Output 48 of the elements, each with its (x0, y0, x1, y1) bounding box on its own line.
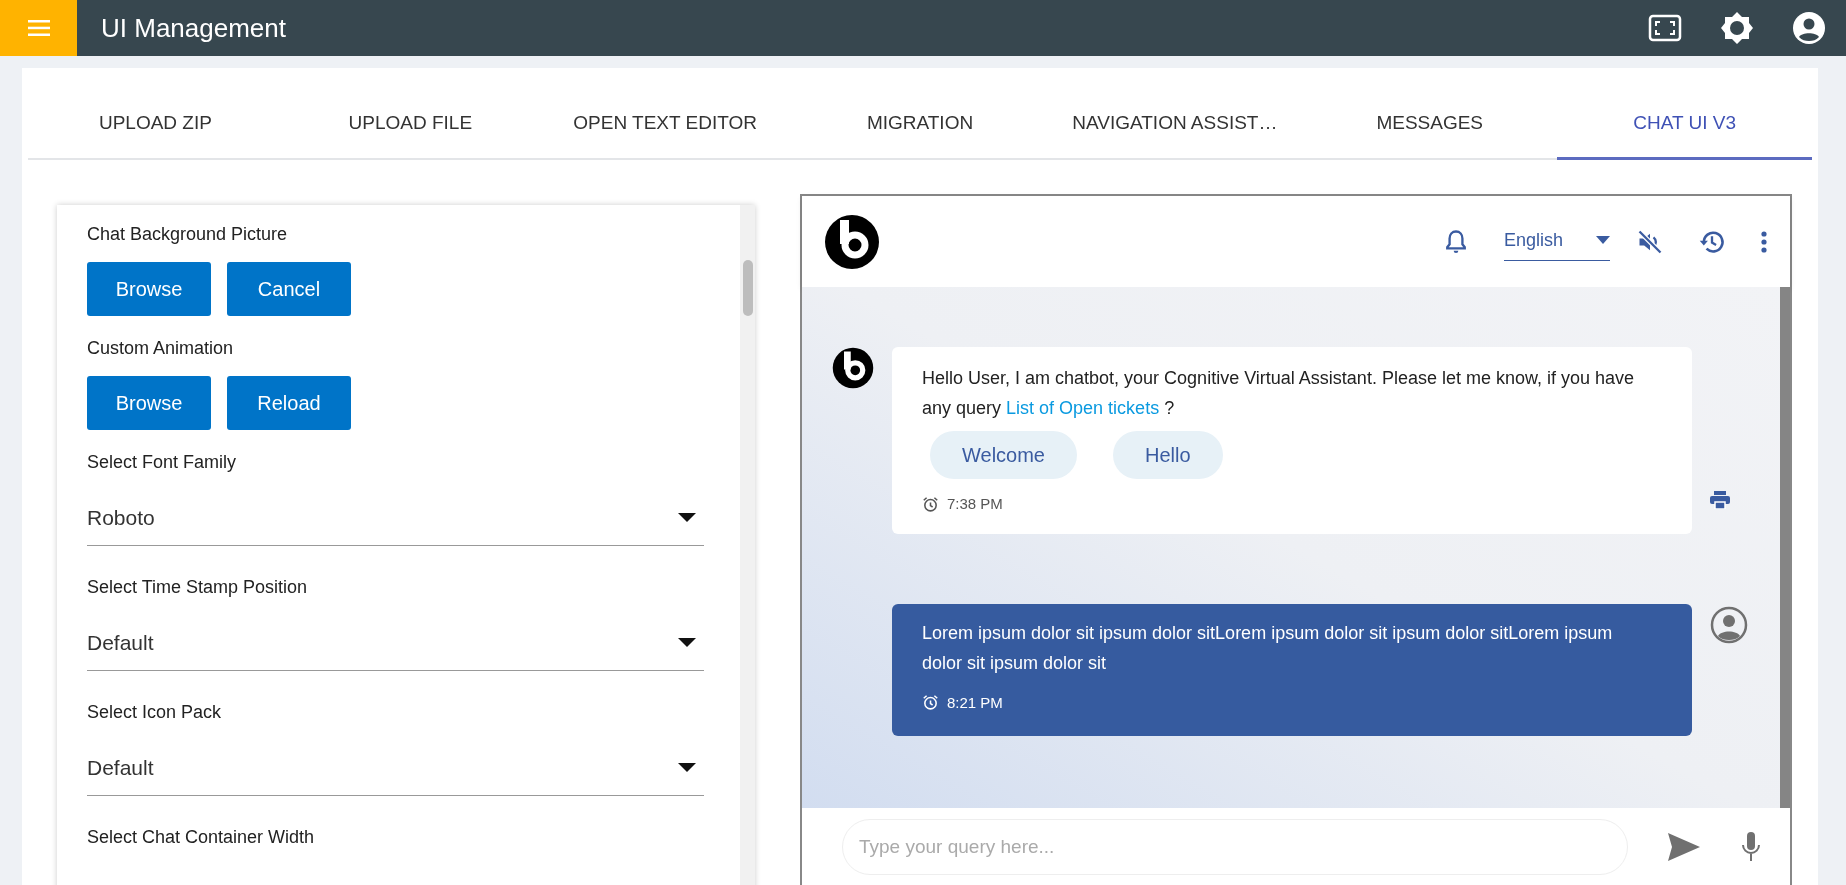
tab[interactable]: MIGRATION (792, 68, 1048, 160)
action-button[interactable]: Cancel (227, 262, 351, 316)
action-button[interactable]: Reload (227, 376, 351, 430)
action-button[interactable]: Browse (87, 262, 211, 316)
select-field[interactable]: Roboto (87, 490, 704, 546)
setting-label: Chat Background Picture (87, 223, 289, 246)
action-button[interactable]: Browse (87, 376, 211, 430)
select-field[interactable]: Default (87, 615, 704, 671)
language-select[interactable]: English (1504, 222, 1610, 261)
tab[interactable]: MESSAGES (1302, 68, 1558, 160)
more-options-icon[interactable] (1760, 229, 1768, 254)
scrollbar[interactable] (1780, 287, 1790, 808)
setting-label: Select Time Stamp Position (87, 576, 309, 599)
setting-label: Select Font Family (87, 451, 238, 474)
muted-speaker-icon[interactable] (1636, 227, 1664, 256)
tab[interactable]: NAVIGATION ASSIST… (1047, 68, 1303, 160)
alarm-clock-icon (922, 495, 939, 513)
alarm-clock-icon (922, 694, 939, 712)
dropdown-arrow-icon (678, 513, 696, 522)
dropdown-arrow-icon (678, 763, 696, 772)
setting-label: Custom Animation (87, 337, 235, 360)
account-icon[interactable] (1792, 11, 1826, 45)
caret-icon (1596, 236, 1610, 244)
timestamp: 8:21 PM (947, 692, 1003, 713)
setting-label: Select Chat Container Width (87, 826, 316, 849)
tab[interactable]: UPLOAD FILE (282, 68, 538, 160)
message-text: Hello User, I am chatbot, your Cognitive Virtual Assistant. Please let me know, if you have any query List of Open tickets ? (922, 367, 1636, 420)
send-icon[interactable] (1668, 832, 1700, 861)
scrollbar-thumb[interactable] (742, 260, 753, 316)
microphone-icon[interactable] (1742, 831, 1760, 862)
print-icon[interactable] (1710, 491, 1730, 509)
app-title: UI Management (100, 11, 287, 45)
tab[interactable]: CHAT UI V3 (1557, 68, 1812, 160)
query-input[interactable]: Type your query here... (842, 818, 1628, 875)
timestamp: 7:38 PM (947, 494, 1003, 514)
bot-avatar (832, 347, 874, 389)
user-avatar (1710, 605, 1748, 644)
bot-logo (824, 213, 880, 270)
setting-label: Select Icon Pack (87, 701, 223, 724)
menu-icon (27, 20, 50, 36)
dropdown-arrow-icon (678, 638, 696, 647)
message-text: Lorem ipsum dolor sit ipsum dolor sitLorem ipsum dolor sit ipsum dolor sitLorem ipsum dolor sit ipsum dolor sit (922, 621, 1614, 675)
quick-reply-button[interactable]: Hello (1113, 431, 1223, 479)
quick-reply-button[interactable]: Welcome (930, 431, 1077, 479)
select-field[interactable]: Default (87, 740, 704, 796)
brightness-icon[interactable] (1720, 11, 1754, 45)
tab[interactable]: UPLOAD ZIP (28, 68, 283, 160)
tab[interactable]: OPEN TEXT EDITOR (537, 68, 793, 160)
